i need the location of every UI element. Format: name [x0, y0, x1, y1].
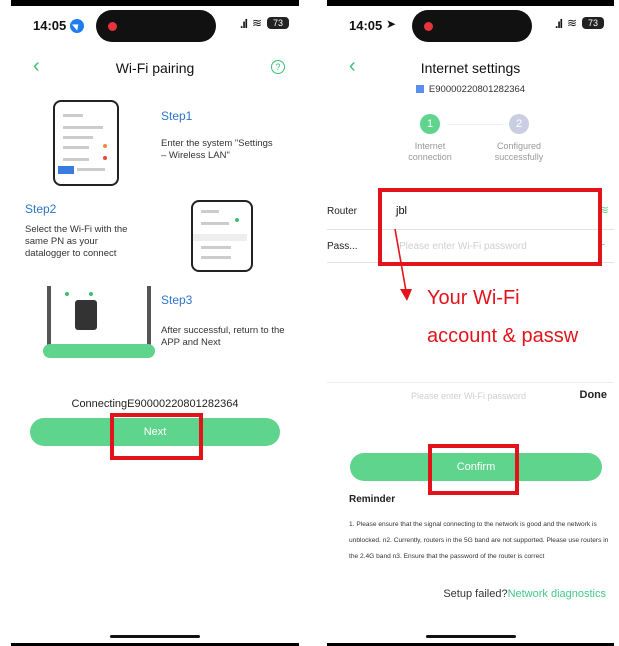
- wifi-status-icon: ≋: [251, 16, 262, 30]
- step1-title: Step1: [161, 109, 193, 123]
- signal-icon: .ıl: [239, 17, 248, 31]
- connecting-status: ConnectingE90000220801282364: [71, 398, 239, 410]
- status-time: 14:05: [349, 18, 383, 33]
- help-icon[interactable]: ?: [271, 60, 285, 74]
- keyboard-password-placeholder[interactable]: Please enter Wi-Fi password: [411, 391, 526, 401]
- device-id: E90000220801282364: [327, 84, 614, 95]
- progress-label-1: Internet connection: [408, 141, 452, 162]
- internet-settings-screen: 14:05 ➤ .ıl ≋ 73 ‹ Internet settings E90…: [327, 0, 614, 646]
- step3-title: Step3: [161, 293, 193, 307]
- page-title: Wi-Fi pairing: [115, 60, 195, 76]
- location-arrow-icon: ➤: [386, 17, 397, 31]
- done-button[interactable]: Done: [580, 389, 608, 401]
- progress-connector: [447, 124, 503, 125]
- network-diagnostics-link[interactable]: Network diagnostics: [508, 588, 606, 600]
- battery-icon: 73: [267, 17, 289, 29]
- dynamic-island: [412, 10, 532, 42]
- annotation-arrow: [394, 228, 412, 301]
- location-icon: [70, 19, 84, 33]
- step1-text: Enter the system "Settings – Wireless LA…: [161, 138, 273, 161]
- annotation-line1: Your Wi-Fi: [427, 287, 520, 309]
- recording-dot-icon: [108, 22, 117, 31]
- router-label: Router: [327, 206, 358, 217]
- settings-screenshot: [53, 100, 119, 186]
- device-icon: [415, 85, 424, 93]
- battery-icon: 73: [582, 17, 604, 29]
- step2-text: Select the Wi-Fi with the same PN as you…: [25, 224, 128, 259]
- step2-title: Step2: [25, 202, 57, 216]
- signal-icon: .ıl: [554, 17, 563, 31]
- password-label: Pass...: [327, 241, 358, 252]
- progress-step-1: 1: [420, 114, 440, 134]
- top-border: [11, 0, 299, 6]
- home-indicator[interactable]: [110, 635, 200, 638]
- status-time: 14:05: [33, 18, 67, 33]
- setup-failed-text: Setup failed?: [443, 588, 508, 600]
- recording-dot-icon: [424, 22, 433, 31]
- wifi-list-screenshot: [191, 200, 253, 272]
- next-highlight-box: [110, 413, 203, 460]
- reminder-title: Reminder: [349, 494, 396, 505]
- top-border: [327, 0, 614, 6]
- dynamic-island: [96, 10, 216, 42]
- setup-failed-row: Setup failed?Network diagnostics: [443, 588, 606, 600]
- step3-text: After successful, return to the APP and …: [161, 325, 285, 348]
- annotation-line2: account & passw: [427, 325, 579, 347]
- wifi-status-icon: ≋: [566, 16, 577, 30]
- wifi-pairing-screen: 14:05 .ıl ≋ 73 ‹ Wi-Fi pairing ? Step1 E…: [11, 0, 299, 646]
- reminder-text: 1. Please ensure that the signal connect…: [349, 521, 609, 560]
- confirm-highlight-box: [428, 444, 519, 495]
- home-indicator[interactable]: [425, 635, 516, 638]
- progress-step-2: 2: [509, 114, 529, 134]
- datalogger-illustration: [43, 282, 155, 362]
- page-title: Internet settings: [420, 60, 521, 76]
- progress-label-2: Configured successfully: [494, 141, 544, 162]
